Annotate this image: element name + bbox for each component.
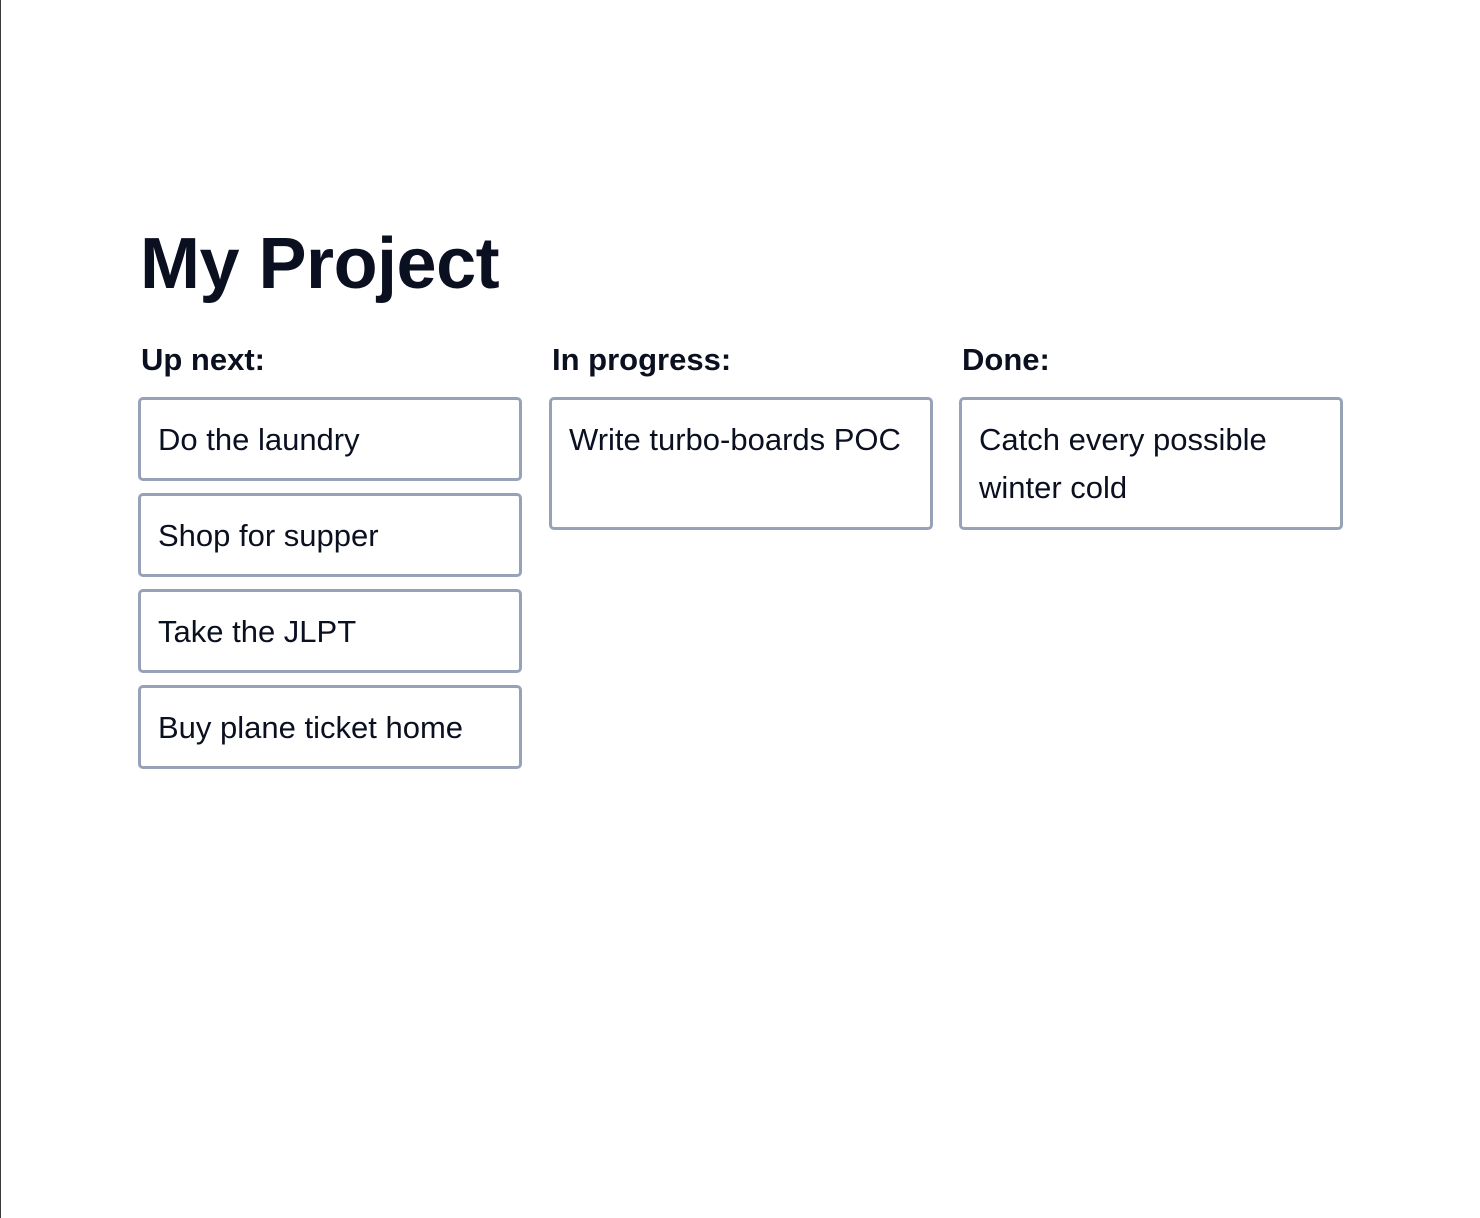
card-list: Catch every possible winter cold (959, 397, 1343, 542)
column-title: Up next: (141, 342, 265, 377)
task-card[interactable]: Take the JLPT (138, 589, 522, 673)
task-card[interactable]: Catch every possible winter cold (959, 397, 1343, 530)
page-title: My Project (140, 224, 500, 304)
card-list: Do the laundry Shop for supper Take the … (138, 397, 522, 781)
task-card[interactable]: Shop for supper (138, 493, 522, 577)
column-title: In progress: (552, 342, 732, 377)
column-done: Done: Catch every possible winter cold (959, 342, 1345, 530)
column-title: Done: (962, 342, 1050, 377)
project-page: My Project Up next: Do the laundry Shop … (138, 222, 1360, 769)
column-up-next: Up next: Do the laundry Shop for supper … (138, 342, 524, 769)
task-card[interactable]: Write turbo-boards POC (549, 397, 933, 530)
column-in-progress: In progress: Write turbo-boards POC (549, 342, 935, 530)
card-list: Write turbo-boards POC (549, 397, 933, 542)
task-card[interactable]: Do the laundry (138, 397, 522, 481)
task-card[interactable]: Buy plane ticket home (138, 685, 522, 769)
